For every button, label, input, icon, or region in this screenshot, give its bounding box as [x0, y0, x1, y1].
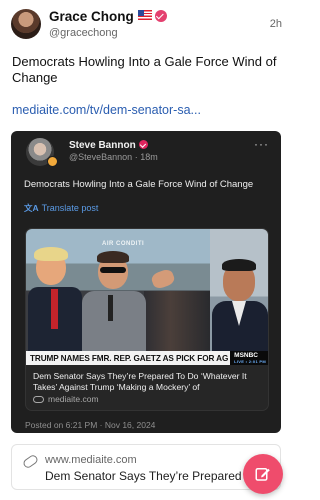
embed-author-name-row[interactable]: Steve Bannon: [69, 140, 148, 151]
embed-author-handle: @SteveBannon: [69, 152, 133, 162]
translate-icon: 文A: [24, 203, 39, 213]
network-live-label: LIVE • 2:01 PM: [234, 358, 266, 364]
edit-icon: [255, 468, 270, 481]
translate-button[interactable]: 文A Translate post: [24, 202, 98, 214]
crowd: [144, 291, 210, 352]
embed-meta: @SteveBannon · 18m: [69, 152, 158, 162]
translate-label: Translate post: [41, 203, 99, 213]
embed-text: Democrats Howling Into a Gale Force Wind…: [24, 179, 254, 190]
us-flag-icon: [137, 10, 152, 20]
post: Grace Chong @gracechong 2h Democrats How…: [0, 0, 293, 500]
embedded-post[interactable]: Steve Bannon @SteveBannon · 18m ··· Demo…: [11, 131, 281, 433]
article-card[interactable]: AIR CONDITI TRUMP NAMES FMR. REP. GAETZ …: [25, 228, 269, 411]
preview-title: Dem Senator Says They’re Prepared To Do: [45, 469, 275, 483]
chyron-text: TRUMP NAMES FMR. REP. GAETZ AS PICK FOR …: [30, 353, 229, 363]
article-domain-row: mediaite.com: [33, 394, 99, 404]
article-title[interactable]: Dem Senator Says They’re Prepared To Do …: [33, 371, 265, 393]
link-icon: [33, 395, 44, 403]
person-center: [78, 249, 146, 352]
compose-button[interactable]: [243, 454, 283, 494]
news-chyron: TRUMP NAMES FMR. REP. GAETZ AS PICK FOR …: [26, 351, 268, 365]
post-link[interactable]: mediaite.com/tv/dem-senator-sa...: [12, 103, 284, 117]
scene-sign-text: AIR CONDITI: [102, 241, 145, 247]
author-name-row[interactable]: Grace Chong: [49, 9, 167, 24]
author-handle[interactable]: @gracechong: [49, 27, 118, 39]
affiliation-badge-icon: [47, 156, 58, 167]
person-left: [28, 247, 82, 352]
embed-author-name[interactable]: Steve Bannon: [69, 140, 136, 151]
verified-badge-icon: [138, 140, 148, 149]
network-logo: MSNBC LIVE • 2:01 PM: [230, 351, 268, 365]
verified-badge-icon: [154, 10, 167, 22]
article-image[interactable]: AIR CONDITI TRUMP NAMES FMR. REP. GAETZ …: [26, 229, 268, 365]
author-avatar[interactable]: [11, 9, 41, 39]
article-domain: mediaite.com: [48, 394, 99, 404]
preview-domain: www.mediaite.com: [45, 454, 137, 466]
link-icon: [21, 453, 40, 470]
link-preview-card[interactable]: www.mediaite.com Dem Senator Says They’r…: [11, 444, 281, 490]
post-timestamp: 2h: [269, 18, 282, 30]
more-options-icon[interactable]: ···: [254, 137, 269, 151]
post-text: Democrats Howling Into a Gale Force Wind…: [12, 54, 277, 85]
author-name[interactable]: Grace Chong: [49, 9, 134, 24]
embed-time: 18m: [140, 152, 158, 162]
posted-on: Posted on 6:21 PM · Nov 16, 2024: [25, 420, 156, 430]
embed-separator: ·: [134, 152, 138, 162]
